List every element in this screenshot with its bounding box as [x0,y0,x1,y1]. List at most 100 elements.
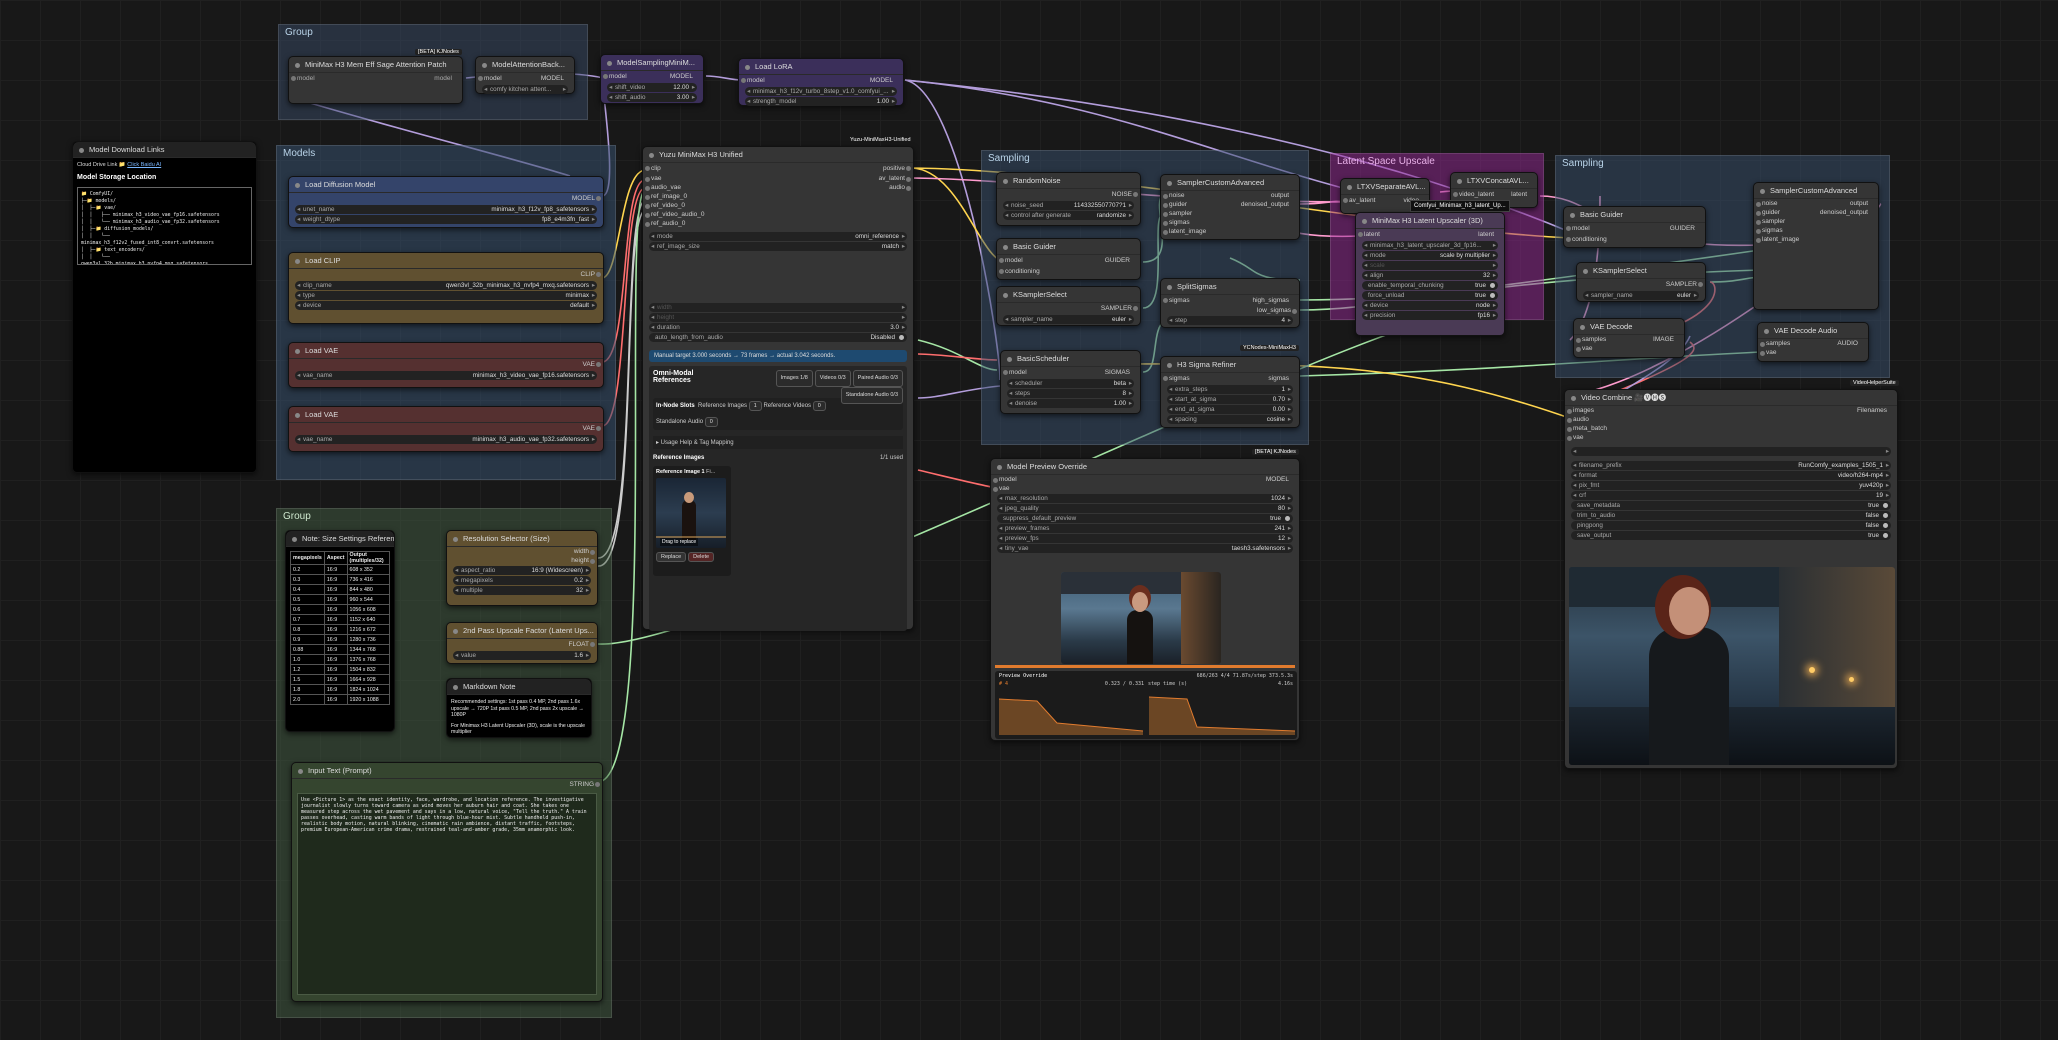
pix-fmt-select[interactable]: pix_fmtyuv420p [1571,481,1891,490]
model-download-links-node[interactable]: Model Download Links Cloud Drive Link 📁 … [72,141,257,473]
input-model[interactable]: model GUIDER [1564,223,1705,234]
upscale-value-widget[interactable]: value1.6 [453,651,591,660]
replace-button[interactable]: Replace [656,552,687,562]
input-model[interactable]: model model [289,73,462,84]
latent-upscaler-node[interactable]: MiniMax H3 Latent Upscaler (3D) latent la… [1355,212,1505,336]
clip-type-select[interactable]: typeminimax [295,291,597,300]
ref-image-size-select[interactable]: ref_image_sizematch [649,242,907,251]
input-samples[interactable]: samples AUDIO [1758,339,1868,348]
usage-help-toggle[interactable]: ▸ Usage Help & Tag Mapping [653,436,903,449]
chip-videos[interactable]: Videos 0/3 [814,370,851,387]
vae-name-select[interactable]: vae_nameminimax_h3_audio_vae_fp32.safete… [295,435,597,444]
output-vae[interactable]: VAE [289,423,603,434]
strength-model-widget[interactable]: strength_model1.00 [745,97,897,106]
vae-decode-node[interactable]: VAE Decode samples IMAGE vae [1573,318,1685,358]
noise-seed-widget[interactable]: noise_seed1143325507707?1 [1003,201,1134,210]
output-positive[interactable]: positive [813,163,913,174]
device-select[interactable]: devicenode [1362,301,1498,310]
unet-name-select[interactable]: unet_nameminimax_h3_f12v_fp8_safetensors [295,205,597,214]
end-at-sigma-widget[interactable]: end_at_sigma0.00 [1167,405,1293,414]
preview-fps-widget[interactable]: preview_fps12 [997,534,1293,543]
suppress-default-preview-toggle[interactable]: suppress_default_preview true [997,514,1293,523]
input-noise[interactable]: noise output [1161,191,1299,200]
upscale-mode-select[interactable]: modescale by multiplier [1362,251,1498,260]
yuzu-minimax-unified-node[interactable]: Yuzu MiniMax H3 Unified clip vae audio_v… [642,146,914,631]
input-model[interactable]: model MODEL [476,73,574,84]
input-vae[interactable]: vae [1574,344,1684,353]
extra-steps-widget[interactable]: extra_steps1 [1167,385,1293,394]
force-unload-toggle[interactable]: force_unload true [1362,291,1498,300]
aspect-ratio-select[interactable]: aspect_ratio16:9 (Widescreen) [453,566,591,575]
output-model[interactable]: MODEL [289,193,603,204]
input-audio[interactable]: audio [1565,415,1897,424]
format-select[interactable]: formatvideo/h264-mp4 [1571,471,1891,480]
input-vae[interactable]: vae [1758,348,1868,357]
output-clip[interactable]: CLIP [289,269,603,280]
output-video-preview[interactable] [1569,567,1895,765]
megapixels-widget[interactable]: megapixels0.2 [453,576,591,585]
input-guider[interactable]: guider denoised_output [1754,208,1878,217]
output-sampler[interactable]: SAMPLER [1577,279,1705,290]
sampler-custom-advanced-node-1[interactable]: SamplerCustomAdvanced noise output guider… [1160,174,1300,240]
input-model[interactable]: model MODEL [991,475,1299,484]
mode-select[interactable]: modeomni_reference [649,232,907,241]
input-model[interactable]: model MODEL [601,71,703,82]
filename-prefix-widget[interactable]: filename_prefixRunComfy_examples_1505_1 [1571,461,1891,470]
start-at-sigma-widget[interactable]: start_at_sigma0.70 [1167,395,1293,404]
height-widget[interactable]: height [649,313,907,322]
output-height[interactable]: height [447,556,597,565]
input-vae[interactable]: vae [991,484,1299,493]
input-ref-image-0[interactable]: ref_image_0 [643,192,783,201]
input-latent-image[interactable]: latent_image [1754,235,1878,244]
upscaler-model-select[interactable]: minimax_h3_latent_upscaler_3d_fp16... [1362,241,1498,250]
input-clip[interactable]: clip [643,163,783,174]
model-preview-override-node[interactable]: Model Preview Override modelMODEL vae ma… [990,458,1300,741]
pingpong-toggle[interactable]: pingpong false [1571,521,1891,530]
upscale-factor-node[interactable]: 2nd Pass Upscale Factor (Latent Ups... F… [446,622,598,664]
attention-backend-select[interactable]: comfy kitchen attent... [482,85,568,94]
shift-video-widget[interactable]: shift_video12.00 [607,83,697,92]
load-clip-node[interactable]: Load CLIP CLIP clip_nameqwen3vl_32b_mini… [288,252,604,324]
sampler-name-select[interactable]: sampler_nameeuler [1583,291,1699,300]
input-ref-audio-0[interactable]: ref_audio_0 [643,219,783,228]
input-vae[interactable]: vae [1565,433,1897,442]
trim-to-audio-toggle[interactable]: trim_to_audio false [1571,511,1891,520]
output-width[interactable]: width [447,547,597,556]
video-combine-node[interactable]: Video Combine 🎥🅥🅗🅢 images Filenames audio… [1564,389,1898,769]
sampler-custom-advanced-node-2[interactable]: SamplerCustomAdvanced noise output guider… [1753,182,1879,310]
clip-name-select[interactable]: clip_nameqwen3vl_32b_minimax_h3_nvfp4_mx… [295,281,597,290]
multiple-widget[interactable]: multiple32 [453,586,591,595]
output-string[interactable]: STRING [292,779,602,790]
precision-select[interactable]: precisionfp16 [1362,311,1498,320]
input-ref-video-0[interactable]: ref_video_0 [643,201,783,210]
max-resolution-widget[interactable]: max_resolution1024 [997,494,1293,503]
reference-image-thumb[interactable]: Drag to replace [656,478,726,548]
load-vae-video-node[interactable]: Load VAE VAE vae_nameminimax_h3_video_va… [288,342,604,388]
input-video-latent[interactable]: video_latent latent [1451,189,1537,200]
crf-widget[interactable]: crf19 [1571,491,1891,500]
save-output-toggle[interactable]: save_output true [1571,531,1891,540]
input-conditioning[interactable]: conditioning [997,266,1140,277]
output-vae[interactable]: VAE [289,359,603,370]
output-av-latent[interactable]: av_latent [813,174,913,183]
tiny-vae-select[interactable]: tiny_vaetaesh3.safetensors [997,544,1293,553]
input-vae[interactable]: vae [643,174,783,183]
steps-widget[interactable]: steps8 [1007,389,1134,398]
input-model[interactable]: model SIGMAS [1001,367,1140,378]
input-samples[interactable]: samples IMAGE [1574,335,1684,344]
input-images[interactable]: images Filenames [1565,406,1897,415]
scale-widget[interactable]: scale [1362,261,1498,270]
save-metadata-toggle[interactable]: save_metadata true [1571,501,1891,510]
ksampler-select-node-1[interactable]: KSamplerSelect SAMPLER sampler_nameeuler [996,286,1141,326]
weight-dtype-select[interactable]: weight_dtypefp8_e4m3fn_fast [295,215,597,224]
clip-device-select[interactable]: devicedefault [295,301,597,310]
shift-audio-widget[interactable]: shift_audio3.00 [607,93,697,102]
chip-images[interactable]: Images 1/8 [775,370,813,387]
reference-image-card[interactable]: Reference Image 1 Fi... Drag to replace … [653,466,731,576]
chip-standalone-audio[interactable]: Standalone Audio 0/3 [840,387,903,404]
input-model[interactable]: model MODEL [739,75,903,86]
vae-name-select[interactable]: vae_nameminimax_h3_video_vae_fp16.safete… [295,371,597,380]
output-sampler[interactable]: SAMPLER [997,303,1140,314]
input-text-prompt-node[interactable]: Input Text (Prompt) STRING Use <Picture … [291,762,603,1002]
load-lora-node[interactable]: Load LoRA modelMODEL minimax_h3_f12v_tur… [738,58,904,106]
